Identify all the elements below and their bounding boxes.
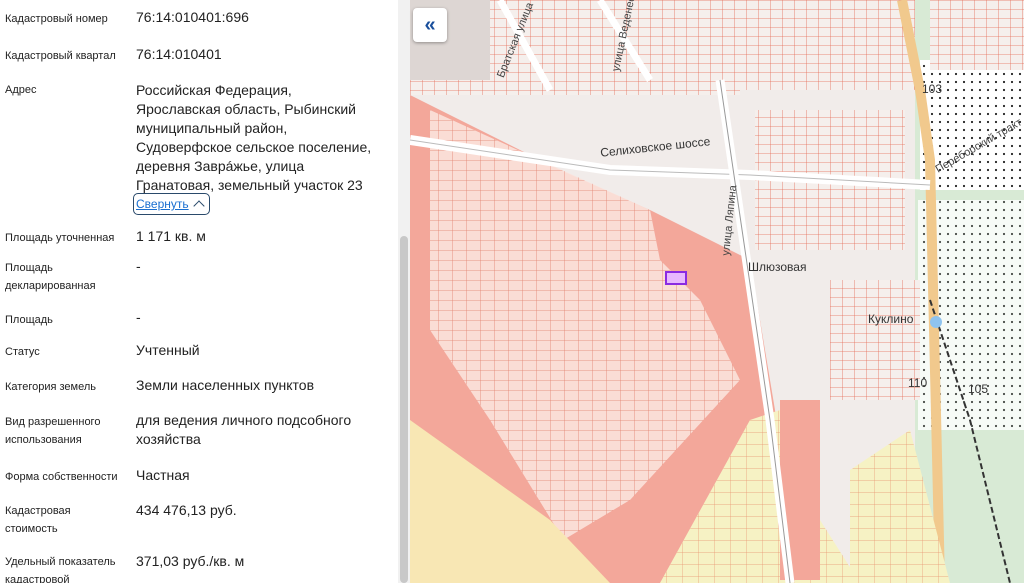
detail-label: Адрес — [5, 84, 37, 96]
detail-value: 371,03 руб./кв. м — [136, 553, 245, 569]
collapse-button[interactable]: Свернуть — [133, 193, 210, 215]
chevron-up-icon — [192, 200, 205, 212]
double-chevron-left-icon: « — [424, 13, 436, 36]
detail-label: Кадастровая стоимость — [5, 505, 71, 535]
detail-value: 1 171 кв. м — [136, 228, 206, 244]
detail-label: Форма собственности — [5, 471, 118, 483]
map-number-label: 103 — [922, 82, 943, 96]
map-number-label: 105 — [968, 382, 989, 396]
detail-value: 434 476,13 руб. — [136, 502, 237, 518]
detail-value: - — [136, 309, 141, 325]
map-number-label: 110 — [908, 376, 928, 390]
collapse-label: Свернуть — [136, 197, 189, 211]
street-label: Шлюзовая — [748, 260, 807, 274]
detail-label: Категория земель — [5, 381, 96, 393]
detail-label: Кадастровый квартал — [5, 50, 116, 62]
detail-value[interactable]: 76:14:010401 — [136, 45, 386, 64]
detail-label: Удельный показатель кадастровой — [5, 556, 116, 583]
collapse-panel-button[interactable]: « — [413, 8, 447, 42]
property-details-panel: Кадастровый номер 76:14:010401:696 Кадас… — [0, 0, 398, 583]
place-label: Куклино — [868, 312, 914, 326]
detail-value: Земли населенных пунктов — [136, 377, 315, 393]
detail-value: Учтенный — [136, 342, 200, 358]
cadastral-map[interactable]: Селиховское шоссе Братская улица улица В… — [410, 0, 1024, 583]
detail-label: Вид разрешенного использования — [5, 416, 101, 446]
detail-value: Частная — [136, 467, 190, 483]
detail-value: Российская Федерация, Ярославская област… — [136, 82, 372, 193]
panel-scrollbar-thumb[interactable] — [400, 236, 408, 583]
detail-label: Площадь — [5, 314, 53, 326]
detail-value[interactable]: 76:14:010401:696 — [136, 8, 386, 27]
detail-label: Площадь декларированная — [5, 262, 96, 292]
detail-value: - — [136, 258, 141, 274]
detail-label: Кадастровый номер — [5, 13, 108, 25]
detail-label: Статус — [5, 346, 40, 358]
detail-label: Площадь уточненная — [5, 232, 115, 244]
detail-value: для ведения личного подсобного хозяйства — [136, 412, 352, 447]
